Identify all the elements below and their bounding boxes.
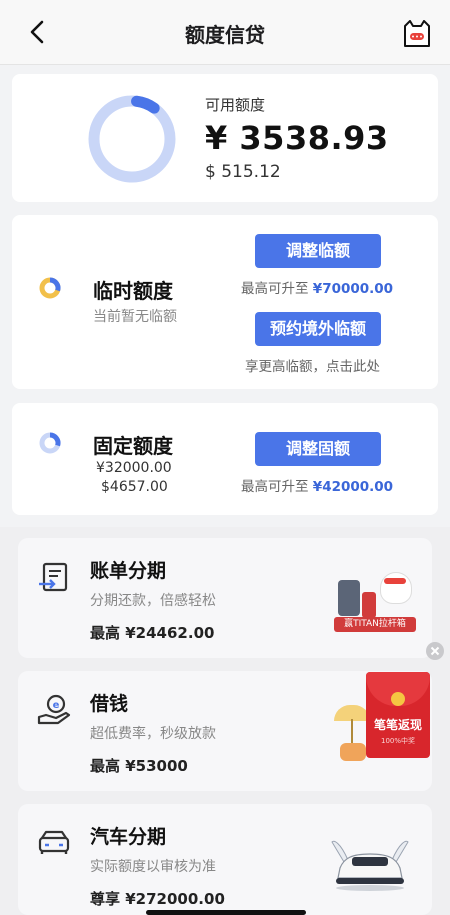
available-label: 可用额度 <box>205 96 266 114</box>
max-prefix: 最高可升至 <box>241 281 309 297</box>
product-subtitle: 分期还款，倍感轻松 <box>90 593 216 609</box>
fixed-usd: $4657.00 <box>101 479 168 495</box>
product-title: 账单分期 <box>90 560 167 582</box>
page-title: 额度信贷 <box>185 23 265 47</box>
max-label: 最高 <box>90 624 121 642</box>
home-indicator <box>146 910 306 915</box>
product-bill-installment[interactable]: 账单分期 分期还款，倍感轻松 最高 ¥24462.00 赢TITAN拉杆箱 <box>18 538 432 658</box>
temporary-max-hint: 最高可升至 ¥70000.00 <box>241 277 393 297</box>
available-usd: $ 515.12 <box>205 162 281 182</box>
overseas-credit-button[interactable]: 预约境外临额 <box>255 312 381 346</box>
cashback-red-envelope[interactable]: 笔笔返现 100%中奖 <box>366 672 430 758</box>
bill-installment-icon <box>39 562 68 592</box>
max-value: ¥53000 <box>125 757 188 775</box>
adjust-fixed-button[interactable]: 调整固额 <box>255 432 381 466</box>
max-label: 尊享 <box>90 890 121 908</box>
fixed-cny: ¥32000.00 <box>96 460 172 476</box>
product-max: 最高 ¥53000 <box>90 755 188 776</box>
adjust-temporary-button[interactable]: 调整临额 <box>255 234 381 268</box>
cat-mascot-icon[interactable] <box>402 20 432 48</box>
fixed-credit-card: 固定额度 ¥32000.00 $4657.00 调整固额 最高可升至 ¥4200… <box>12 403 438 515</box>
product-max: 尊享 ¥272000.00 <box>90 888 225 909</box>
product-subtitle: 超低费率，秒级放款 <box>90 726 216 742</box>
overseas-hint[interactable]: 享更高临额，点击此处 <box>245 355 380 375</box>
product-title: 借钱 <box>90 693 129 715</box>
max-prefix: 最高可升至 <box>241 479 309 495</box>
svg-text:e: e <box>53 700 60 711</box>
max-value: ¥272000.00 <box>125 890 225 908</box>
product-title: 汽车分期 <box>90 826 167 848</box>
close-icon <box>430 646 440 656</box>
product-max: 最高 ¥24462.00 <box>90 622 214 643</box>
product-car-installment[interactable]: 汽车分期 实际额度以审核为准 尊享 ¥272000.00 <box>18 804 432 915</box>
top-bar: 额度信贷 <box>0 0 450 65</box>
envelope-title: 笔笔返现 <box>373 718 422 732</box>
temporary-title: 临时额度 <box>93 279 173 303</box>
product-subtitle: 实际额度以审核为准 <box>90 859 216 875</box>
car-icon <box>38 830 70 854</box>
max-value: ¥24462.00 <box>125 624 215 642</box>
money-hand-icon: e <box>37 694 71 725</box>
pie-icon <box>39 277 61 299</box>
fixed-title: 固定额度 <box>93 434 173 458</box>
luggage-promo-illustration: 赢TITAN拉杆箱 <box>334 572 416 634</box>
envelope-note: 100%中奖 <box>380 737 415 745</box>
close-promo-button[interactable] <box>426 642 444 660</box>
coin-icon <box>391 692 405 706</box>
used-credit-arc <box>131 95 160 114</box>
max-value: ¥42000.00 <box>312 479 394 495</box>
pie-icon <box>39 432 61 454</box>
temporary-credit-card: 临时额度 当前暂无临额 调整临额 最高可升至 ¥70000.00 预约境外临额 … <box>12 215 438 389</box>
promo-label: 赢TITAN拉杆箱 <box>334 617 416 632</box>
max-value: ¥70000.00 <box>312 281 394 297</box>
available-cny: ¥ 3538.93 <box>205 119 389 157</box>
fixed-max-hint: 最高可升至 ¥42000.00 <box>241 475 393 495</box>
credit-ring-chart <box>88 95 176 183</box>
max-label: 最高 <box>90 757 121 775</box>
available-credit-card: 可用额度 ¥ 3538.93 $ 515.12 <box>12 74 438 202</box>
car-illustration <box>331 840 409 891</box>
temporary-status: 当前暂无临额 <box>93 309 177 325</box>
